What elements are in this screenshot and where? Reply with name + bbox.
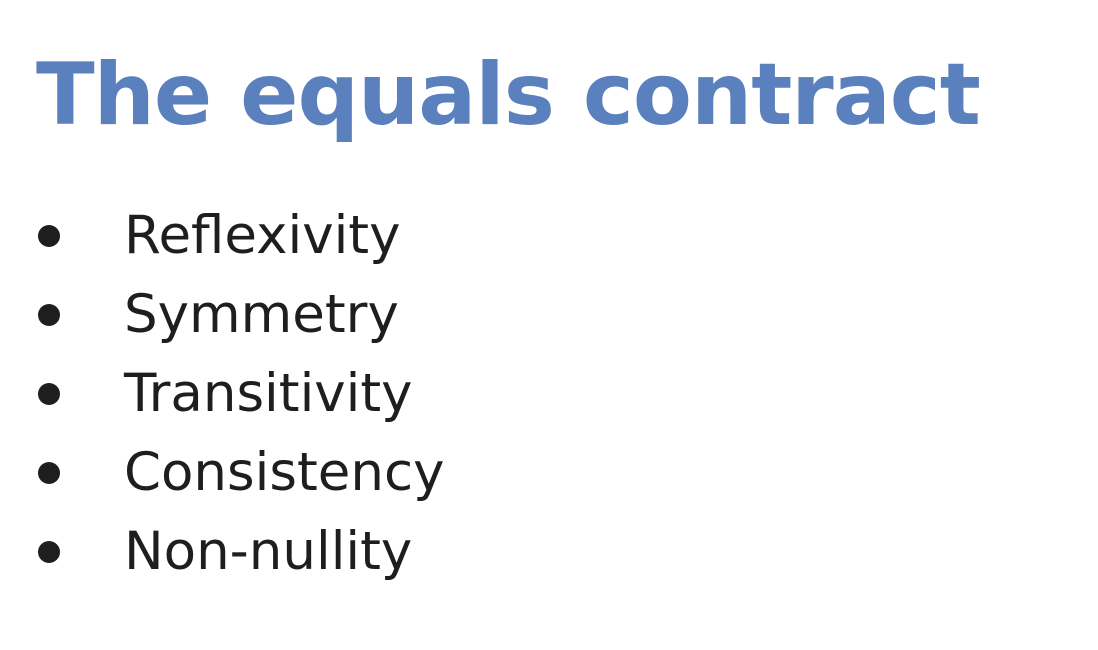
bullet-item-non-nullity: Non-nullity xyxy=(32,512,444,591)
bullet-dot-icon xyxy=(38,224,60,247)
bullet-item-consistency: Consistency xyxy=(32,433,444,512)
bullet-text: Symmetry xyxy=(124,284,399,345)
slide: The equals contract Reflexivity Symmetry… xyxy=(0,0,1098,650)
bullet-list: Reflexivity Symmetry Transitivity Consis… xyxy=(32,196,444,591)
bullet-dot-icon xyxy=(38,540,60,563)
bullet-item-reflexivity: Reflexivity xyxy=(32,196,444,275)
bullet-dot-icon xyxy=(38,461,60,484)
bullet-text: Reflexivity xyxy=(124,205,401,266)
slide-title: The equals contract xyxy=(36,45,981,145)
bullet-dot-icon xyxy=(38,303,60,326)
bullet-item-symmetry: Symmetry xyxy=(32,275,444,354)
bullet-dot-icon xyxy=(38,382,60,405)
bullet-text: Transitivity xyxy=(124,363,413,424)
bullet-text: Non-nullity xyxy=(124,521,413,582)
bullet-text: Consistency xyxy=(124,442,445,503)
bullet-item-transitivity: Transitivity xyxy=(32,354,444,433)
